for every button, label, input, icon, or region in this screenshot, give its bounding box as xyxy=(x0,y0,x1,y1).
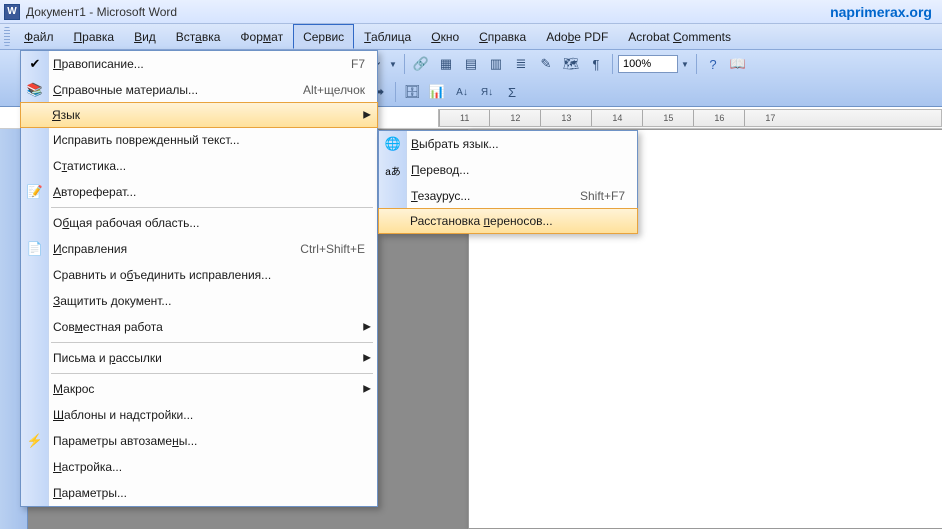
menu-item-collaboration[interactable]: Совместная работа ▶ xyxy=(21,314,377,340)
menu-item-macro[interactable]: Макрос ▶ xyxy=(21,376,377,402)
menu-separator xyxy=(51,342,373,343)
tools-menu-dropdown: ✔ Правописание... F7 📚 Справочные матери… xyxy=(20,50,378,507)
submenu-arrow-icon: ▶ xyxy=(363,353,371,364)
insert-table-button[interactable]: ▤ xyxy=(460,53,482,75)
menu-insert[interactable]: Вставка xyxy=(166,24,231,49)
menu-item-research[interactable]: 📚 Справочные материалы... Alt+щелчок xyxy=(21,77,377,103)
separator xyxy=(696,54,697,74)
track-changes-icon: 📄 xyxy=(25,239,45,259)
menu-adobe-pdf[interactable]: Adobe PDF xyxy=(536,24,618,49)
menu-bar: Файл Правка Вид Вставка Формат Сервис Та… xyxy=(0,24,942,50)
ruler-mark: 17 xyxy=(744,110,795,126)
menu-item-shared-workspace[interactable]: Общая рабочая область... xyxy=(21,210,377,236)
menu-acrobat-comments[interactable]: Acrobat Comments xyxy=(618,24,741,49)
menu-item-autosummary[interactable]: 📝 Автореферат... xyxy=(21,179,377,205)
menu-item-statistics[interactable]: Статистика... xyxy=(21,153,377,179)
menu-format[interactable]: Формат xyxy=(230,24,293,49)
globe-check-icon: 🌐 xyxy=(383,134,403,154)
translate-icon: aあ xyxy=(383,160,403,180)
ruler-mark: 11 xyxy=(439,110,489,126)
submenu-item-choose-language[interactable]: 🌐 Выбрать язык... xyxy=(379,131,637,157)
separator xyxy=(395,82,396,102)
menu-separator xyxy=(51,207,373,208)
menu-item-fix-broken-text[interactable]: Исправить поврежденный текст... xyxy=(21,127,377,153)
autoformat-button[interactable]: 🗄 xyxy=(401,81,423,103)
menu-item-options[interactable]: Параметры... xyxy=(21,480,377,506)
title-bar: W Документ1 - Microsoft Word naprimerax.… xyxy=(0,0,942,24)
book-icon: 📚 xyxy=(25,80,45,100)
sort-asc-button[interactable]: А↓ xyxy=(451,81,473,103)
zoom-dropdown[interactable]: ▼ xyxy=(681,60,691,69)
ruler-mark: 16 xyxy=(693,110,744,126)
ruler-mark: 13 xyxy=(540,110,591,126)
submenu-item-hyphenation[interactable]: Расстановка переносов... xyxy=(378,208,638,234)
excel-button[interactable]: ▥ xyxy=(485,53,507,75)
ruler-mark: 15 xyxy=(642,110,693,126)
show-hide-button[interactable]: ¶ xyxy=(585,53,607,75)
submenu-arrow-icon: ▶ xyxy=(363,110,371,121)
autosum-button[interactable]: Σ xyxy=(501,81,523,103)
drawing-button[interactable]: ✎ xyxy=(535,53,557,75)
menu-item-track-changes[interactable]: 📄 Исправления Ctrl+Shift+E xyxy=(21,236,377,262)
horizontal-ruler[interactable]: 11 12 13 14 15 16 17 xyxy=(438,109,942,127)
word-app-icon: W xyxy=(4,4,20,20)
tables-borders-button[interactable]: ▦ xyxy=(435,53,457,75)
menu-table[interactable]: Таблица xyxy=(354,24,421,49)
menu-item-compare-merge[interactable]: Сравнить и объединить исправления... xyxy=(21,262,377,288)
toolbar-grip[interactable] xyxy=(4,27,10,46)
doc-map-button[interactable]: 🗺 xyxy=(560,53,582,75)
menu-help[interactable]: Справка xyxy=(469,24,536,49)
separator xyxy=(404,54,405,74)
watermark-text: naprimerax.org xyxy=(830,4,938,20)
ruler-mark: 14 xyxy=(591,110,642,126)
submenu-item-translate[interactable]: aあ Перевод... xyxy=(379,157,637,183)
submenu-arrow-icon: ▶ xyxy=(363,322,371,333)
menu-item-spelling[interactable]: ✔ Правописание... F7 xyxy=(21,51,377,77)
menu-item-customize[interactable]: Настройка... xyxy=(21,454,377,480)
ruler-mark: 12 xyxy=(489,110,540,126)
menu-tools[interactable]: Сервис xyxy=(293,24,354,49)
menu-item-mail-merge[interactable]: Письма и рассылки ▶ xyxy=(21,345,377,371)
sort-desc-button[interactable]: Я↓ xyxy=(476,81,498,103)
menu-separator xyxy=(51,373,373,374)
autosummary-icon: 📝 xyxy=(25,182,45,202)
help-button[interactable]: ? xyxy=(702,53,724,75)
submenu-item-thesaurus[interactable]: Тезаурус... Shift+F7 xyxy=(379,183,637,209)
hyperlink-button[interactable]: 🔗 xyxy=(410,53,432,75)
menu-file[interactable]: Файл xyxy=(14,24,64,49)
redo-dropdown[interactable]: ▼ xyxy=(389,60,399,69)
abc-check-icon: ✔ xyxy=(25,54,45,74)
menu-window[interactable]: Окно xyxy=(421,24,469,49)
separator xyxy=(612,54,613,74)
language-submenu: 🌐 Выбрать язык... aあ Перевод... Тезаурус… xyxy=(378,130,638,234)
zoom-combo[interactable]: 100% xyxy=(618,55,678,73)
menu-edit[interactable]: Правка xyxy=(64,24,125,49)
menu-item-language[interactable]: Язык ▶ xyxy=(20,102,378,128)
menu-view[interactable]: Вид xyxy=(124,24,166,49)
menu-item-autocorrect[interactable]: ⚡ Параметры автозамены... xyxy=(21,428,377,454)
window-title: Документ1 - Microsoft Word xyxy=(26,5,177,19)
menu-item-templates[interactable]: Шаблоны и надстройки... xyxy=(21,402,377,428)
chart-button[interactable]: 📊 xyxy=(426,81,448,103)
columns-button[interactable]: ≣ xyxy=(510,53,532,75)
menu-item-protect-document[interactable]: Защитить документ... xyxy=(21,288,377,314)
read-mode-button[interactable]: 📖 xyxy=(727,53,749,75)
lightning-icon: ⚡ xyxy=(25,431,45,451)
submenu-arrow-icon: ▶ xyxy=(363,384,371,395)
